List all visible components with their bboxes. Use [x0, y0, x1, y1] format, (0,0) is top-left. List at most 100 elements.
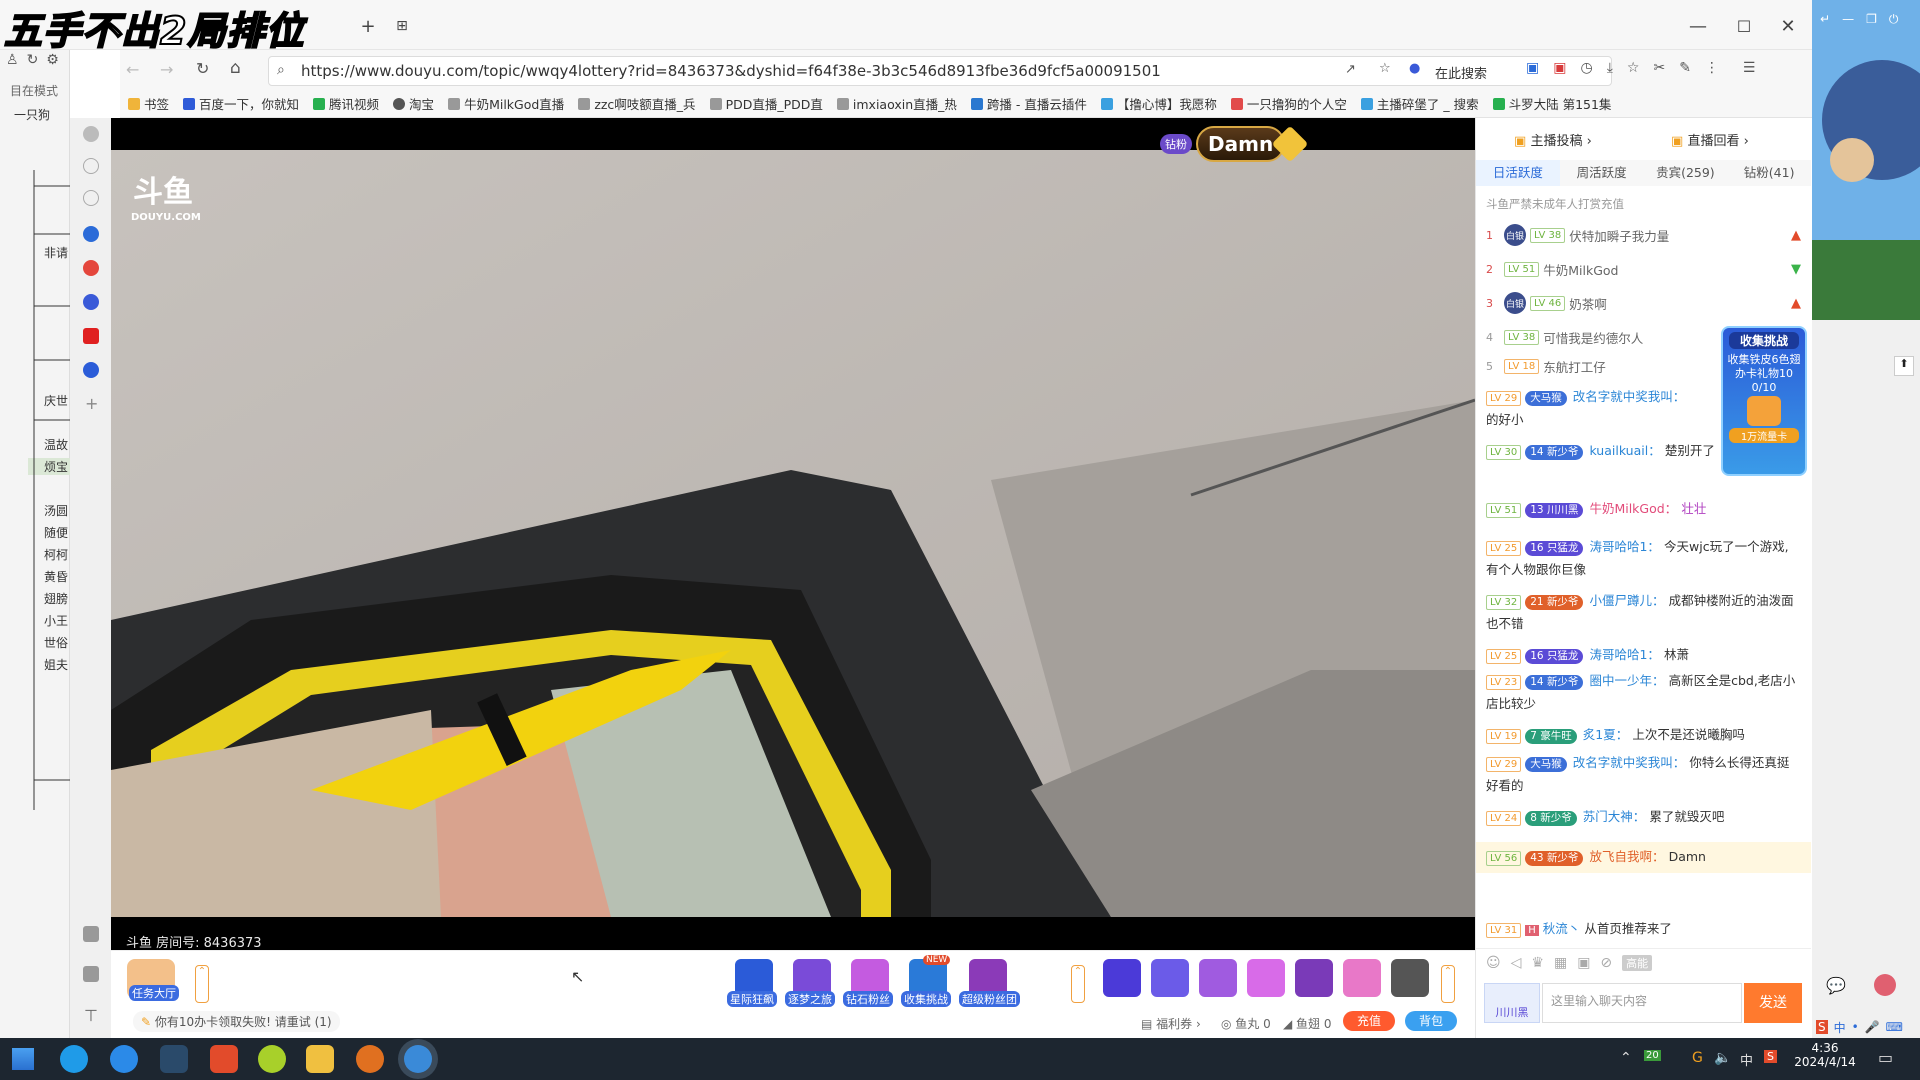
extension-icon[interactable]: ✎ — [1679, 60, 1691, 76]
gift-item-icon[interactable] — [1247, 959, 1285, 997]
emoji-icon[interactable]: ☺ — [1486, 955, 1501, 971]
gift-item-icon[interactable] — [1343, 959, 1381, 997]
crown-icon[interactable]: ♛ — [1531, 955, 1544, 971]
clock[interactable]: 4:36 2024/4/14 — [1790, 1041, 1860, 1069]
avatar-icon[interactable] — [1874, 974, 1896, 996]
rank-row[interactable]: 1 白银 LV 38 伏特加瞬子我力量 ▲ — [1486, 218, 1801, 252]
bookmark-item[interactable]: PDD直播_PDD直 — [709, 94, 823, 113]
battery-indicator[interactable]: 20 — [1644, 1050, 1661, 1061]
gift-item-icon[interactable] — [1295, 959, 1333, 997]
chat-message[interactable]: LV 23 14 新少爷 圈中一少年： 高新区全是cbd,老店小店比较少 — [1486, 670, 1796, 716]
start-icon[interactable] — [12, 1048, 34, 1070]
minimize-icon[interactable]: — — [1842, 12, 1854, 27]
history-icon[interactable]: ◷ — [1580, 60, 1592, 76]
star-icon[interactable]: ☆ — [1379, 61, 1391, 76]
chat-input[interactable]: 这里输入聊天内容 — [1542, 983, 1742, 1023]
gift-item-icon[interactable] — [1151, 959, 1189, 997]
menu-icon[interactable]: ☰ — [1743, 60, 1756, 76]
fan-badge-selector[interactable]: 川川黑 — [1484, 983, 1540, 1023]
chat-message[interactable]: LV 19 7 豪牛旺 炙1夏： 上次不是还说曦胸吗 — [1486, 724, 1796, 747]
app-icon[interactable] — [258, 1045, 286, 1073]
task-hall-label[interactable]: 任务大厅 — [129, 985, 179, 1001]
favorite-icon[interactable] — [83, 158, 99, 174]
add-icon[interactable]: + — [85, 394, 98, 413]
bookmark-item[interactable]: 主播碎堡了 _ 搜索 — [1360, 94, 1479, 113]
bookmark-item[interactable]: 【撸心博】我愿称 — [1100, 94, 1217, 113]
app-icon[interactable] — [306, 1045, 334, 1073]
tray-sogou-icon[interactable]: S — [1764, 1050, 1777, 1063]
search-engine-label[interactable]: 在此搜索 — [1435, 63, 1487, 82]
gift-item-icon[interactable] — [1103, 959, 1141, 997]
gift-item-icon[interactable] — [1391, 959, 1429, 997]
expand-icon[interactable]: ⌃ — [195, 965, 209, 1003]
settings-icon[interactable]: ⚙ — [46, 52, 59, 68]
pdf-icon[interactable]: ▣ — [1553, 60, 1566, 76]
block-icon[interactable]: ⊘ — [1600, 955, 1612, 971]
gift-item-icon[interactable] — [1199, 959, 1237, 997]
edge-icon[interactable] — [60, 1045, 88, 1073]
replay-link[interactable]: ▣ 直播回看 › — [1671, 130, 1749, 149]
bookmark-item[interactable]: 一只撸狗的个人空 — [1230, 94, 1347, 113]
punct-icon[interactable]: • — [1852, 1020, 1859, 1034]
edit-icon[interactable] — [83, 190, 99, 206]
pin-icon[interactable]: ⊤ — [84, 1006, 98, 1025]
ime-lang[interactable]: 中 — [1834, 1019, 1846, 1036]
home-icon[interactable]: ⌂ — [230, 58, 241, 78]
forward-icon[interactable]: → — [160, 60, 173, 79]
app-icon[interactable] — [356, 1045, 384, 1073]
tab-daily[interactable]: 日活跃度 — [1476, 160, 1560, 186]
anchor-badge[interactable]: 钻粉 Damn — [1160, 124, 1309, 164]
gift-label[interactable]: 星际狂飙 — [727, 991, 777, 1007]
bookmark-item[interactable]: 淘宝 — [393, 94, 434, 113]
tab-grid-icon[interactable]: ⊞ — [390, 14, 414, 38]
gift-icon[interactable]: ▣ — [1577, 955, 1590, 971]
bookmark-item[interactable]: imxiaoxin直播_热 — [836, 94, 957, 113]
download-icon[interactable]: ⤓ — [1607, 60, 1613, 76]
bookmark-item[interactable]: 牛奶MilkGod直播 — [448, 94, 564, 113]
anchor-post-link[interactable]: ▣ 主播投稿 › — [1514, 130, 1592, 149]
more-icon[interactable]: ⋮ — [1705, 60, 1719, 76]
bookmark-item[interactable]: 跨播 - 直播云插件 — [970, 94, 1087, 113]
recharge-button[interactable]: 充值 — [1343, 1011, 1395, 1031]
news-app-icon[interactable] — [83, 328, 99, 344]
weibo-app-icon[interactable] — [83, 260, 99, 276]
app-icon[interactable] — [210, 1045, 238, 1073]
bookmark-item[interactable]: 腾讯视频 — [313, 94, 379, 113]
bookmark-item[interactable]: zzc啊吱额直播_兵 — [578, 94, 696, 113]
chat-message[interactable]: LV 32 21 新少爷 小僵尸蹲儿： 成都钟楼附近的油泼面也不错 — [1486, 590, 1796, 636]
share-icon[interactable]: ↗ — [1345, 62, 1356, 77]
color-icon[interactable]: ▦ — [1554, 955, 1567, 971]
keyboard-icon[interactable]: ⌨ — [1886, 1020, 1903, 1034]
maximize-icon[interactable]: ☐ — [1732, 14, 1756, 38]
bookmark-item[interactable]: 书签 — [128, 94, 169, 113]
sogou-icon[interactable]: S — [1816, 1020, 1828, 1034]
favorites-icon[interactable]: ☆ — [1627, 60, 1640, 76]
chat-message[interactable]: LV 29 大马猴 改名字就中奖我叫： 的好小 — [1486, 386, 1796, 432]
sidebar-header[interactable]: 一只狗 — [14, 106, 50, 123]
tray-ime[interactable]: 中 — [1740, 1050, 1753, 1069]
active-browser-icon[interactable] — [404, 1045, 432, 1073]
chat-message-highlight[interactable]: LV 56 43 新少爷 放飞自我啊： Damn — [1476, 842, 1811, 873]
tab-weekly[interactable]: 周活跃度 — [1560, 160, 1644, 186]
baidu-app-icon[interactable] — [83, 294, 99, 310]
reload-icon[interactable]: ↻ — [196, 59, 209, 78]
tray-app-icon[interactable]: G — [1692, 1050, 1703, 1066]
browser-app-icon[interactable] — [83, 226, 99, 242]
bookmark-item[interactable]: 斗罗大陆 第151集 — [1492, 94, 1611, 113]
app-icon[interactable] — [160, 1045, 188, 1073]
chat-message[interactable]: LV 25 16 只猛龙 涛哥哈哈1： 林萧 — [1486, 644, 1796, 667]
collapse-icon[interactable] — [83, 126, 99, 142]
screenshot-icon[interactable]: ✂ — [1653, 60, 1665, 76]
maximize-icon[interactable]: ❐ — [1866, 12, 1877, 27]
high-energy-button[interactable]: 高能 — [1622, 955, 1653, 971]
gift-label[interactable]: 逐梦之旅 — [785, 991, 835, 1007]
broadcast-icon[interactable]: ◁ — [1511, 955, 1522, 971]
user-icon[interactable]: ♙ — [6, 52, 19, 68]
send-button[interactable]: 发送 — [1744, 983, 1802, 1023]
restore-icon[interactable]: ↵ — [1820, 12, 1830, 27]
gift-next-icon[interactable]: ⌃ — [1441, 965, 1455, 1003]
chat-message[interactable]: LV 24 8 新少爷 苏门大神： 累了就毁灭吧 — [1486, 806, 1796, 829]
welfare-link[interactable]: ▤ 福利券 › — [1141, 1015, 1201, 1032]
chat-message[interactable]: LV 51 13 川川黑 牛奶MilkGod： 壮壮 — [1486, 498, 1796, 521]
tray-volume-icon[interactable]: 🔈 — [1714, 1050, 1731, 1066]
